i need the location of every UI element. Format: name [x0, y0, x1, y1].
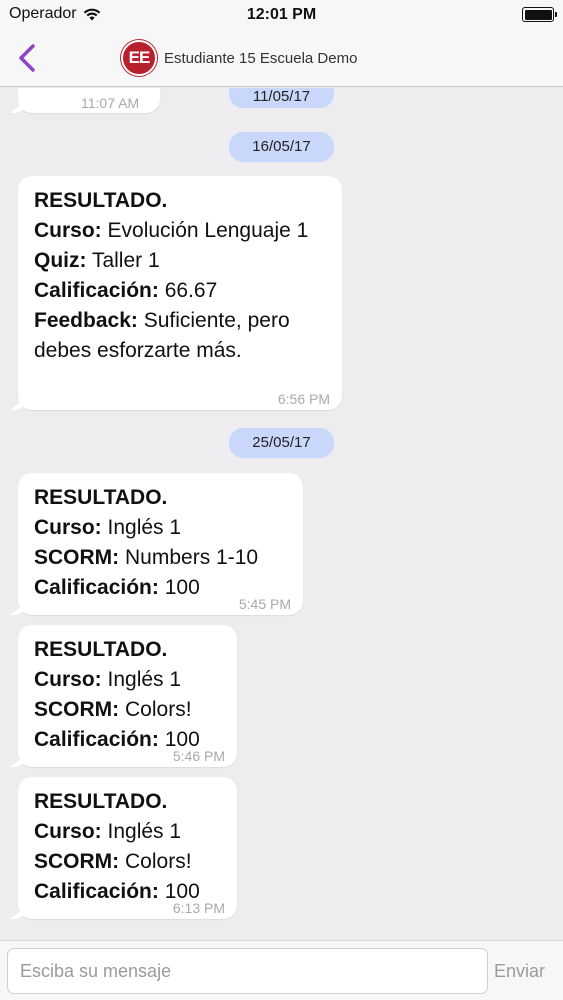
conversation-header: EE Estudiante 15 Escuela Demo — [121, 40, 357, 76]
message-bubble: RESULTADO. Curso: Inglés 1 SCORM: Colors… — [18, 777, 237, 919]
page-title: Estudiante 15 Escuela Demo — [164, 49, 358, 67]
date-divider: 25/05/17 — [229, 428, 334, 458]
back-button[interactable] — [10, 40, 44, 76]
message-bubble: hola 11:07 AM — [18, 88, 160, 113]
message-line: Curso: Inglés 1 — [34, 668, 182, 691]
message-line: RESULTADO. — [34, 189, 168, 212]
message-line: Curso: Evolución Lenguaje 1 — [34, 219, 309, 242]
wifi-icon — [83, 7, 101, 21]
date-divider: 11/05/17 — [229, 88, 334, 108]
carrier-label: Operador — [9, 5, 77, 22]
composer-bar: Enviar — [0, 940, 563, 1000]
chevron-left-icon — [19, 44, 35, 72]
message-line: SCORM: Colors! — [34, 698, 192, 721]
message-value: hola — [34, 88, 74, 93]
message-line: Feedback: Suficiente, pero debes esforza… — [34, 309, 290, 362]
message-line: SCORM: Colors! — [34, 850, 192, 873]
battery-icon — [522, 7, 557, 22]
status-time: 12:01 PM — [246, 6, 317, 23]
message-line: RESULTADO. — [34, 790, 168, 813]
message-bubble: RESULTADO. Curso: Inglés 1 SCORM: Number… — [18, 473, 303, 615]
message-text: hola — [34, 88, 74, 97]
message-time: 6:13 PM — [172, 900, 225, 916]
date-divider: 16/05/17 — [229, 132, 334, 162]
message-time: 6:56 PM — [277, 391, 330, 407]
nav-bar: EE Estudiante 15 Escuela Demo — [0, 30, 563, 87]
chat-thread[interactable]: hola 11:07 AM 11/05/17 16/05/17 RESULTAD… — [0, 88, 563, 940]
logo-text: EE — [128, 48, 151, 67]
message-bubble: RESULTADO. Curso: Inglés 1 SCORM: Colors… — [18, 625, 237, 767]
message-line: Calificación: 66.67 — [34, 279, 218, 302]
message-time: 5:45 PM — [238, 596, 291, 612]
message-line: RESULTADO. — [34, 638, 168, 661]
message-line: Quiz: Taller 1 — [34, 249, 160, 272]
message-line: SCORM: Numbers 1-10 — [34, 546, 259, 569]
status-left: Operador — [9, 5, 101, 23]
message-time: 11:07 AM — [81, 95, 140, 111]
battery-fill — [524, 9, 552, 20]
message-line: Curso: Inglés 1 — [34, 820, 182, 843]
message-input[interactable] — [7, 948, 488, 994]
message-line: RESULTADO. — [34, 486, 168, 509]
message-time: 5:46 PM — [172, 748, 225, 764]
message-line: Curso: Inglés 1 — [34, 516, 182, 539]
send-button[interactable]: Enviar — [494, 957, 556, 985]
status-bar: Operador 12:01 PM — [0, 0, 563, 30]
message-bubble: RESULTADO. Curso: Evolución Lenguaje 1 Q… — [18, 176, 342, 410]
school-logo: EE — [121, 40, 157, 76]
